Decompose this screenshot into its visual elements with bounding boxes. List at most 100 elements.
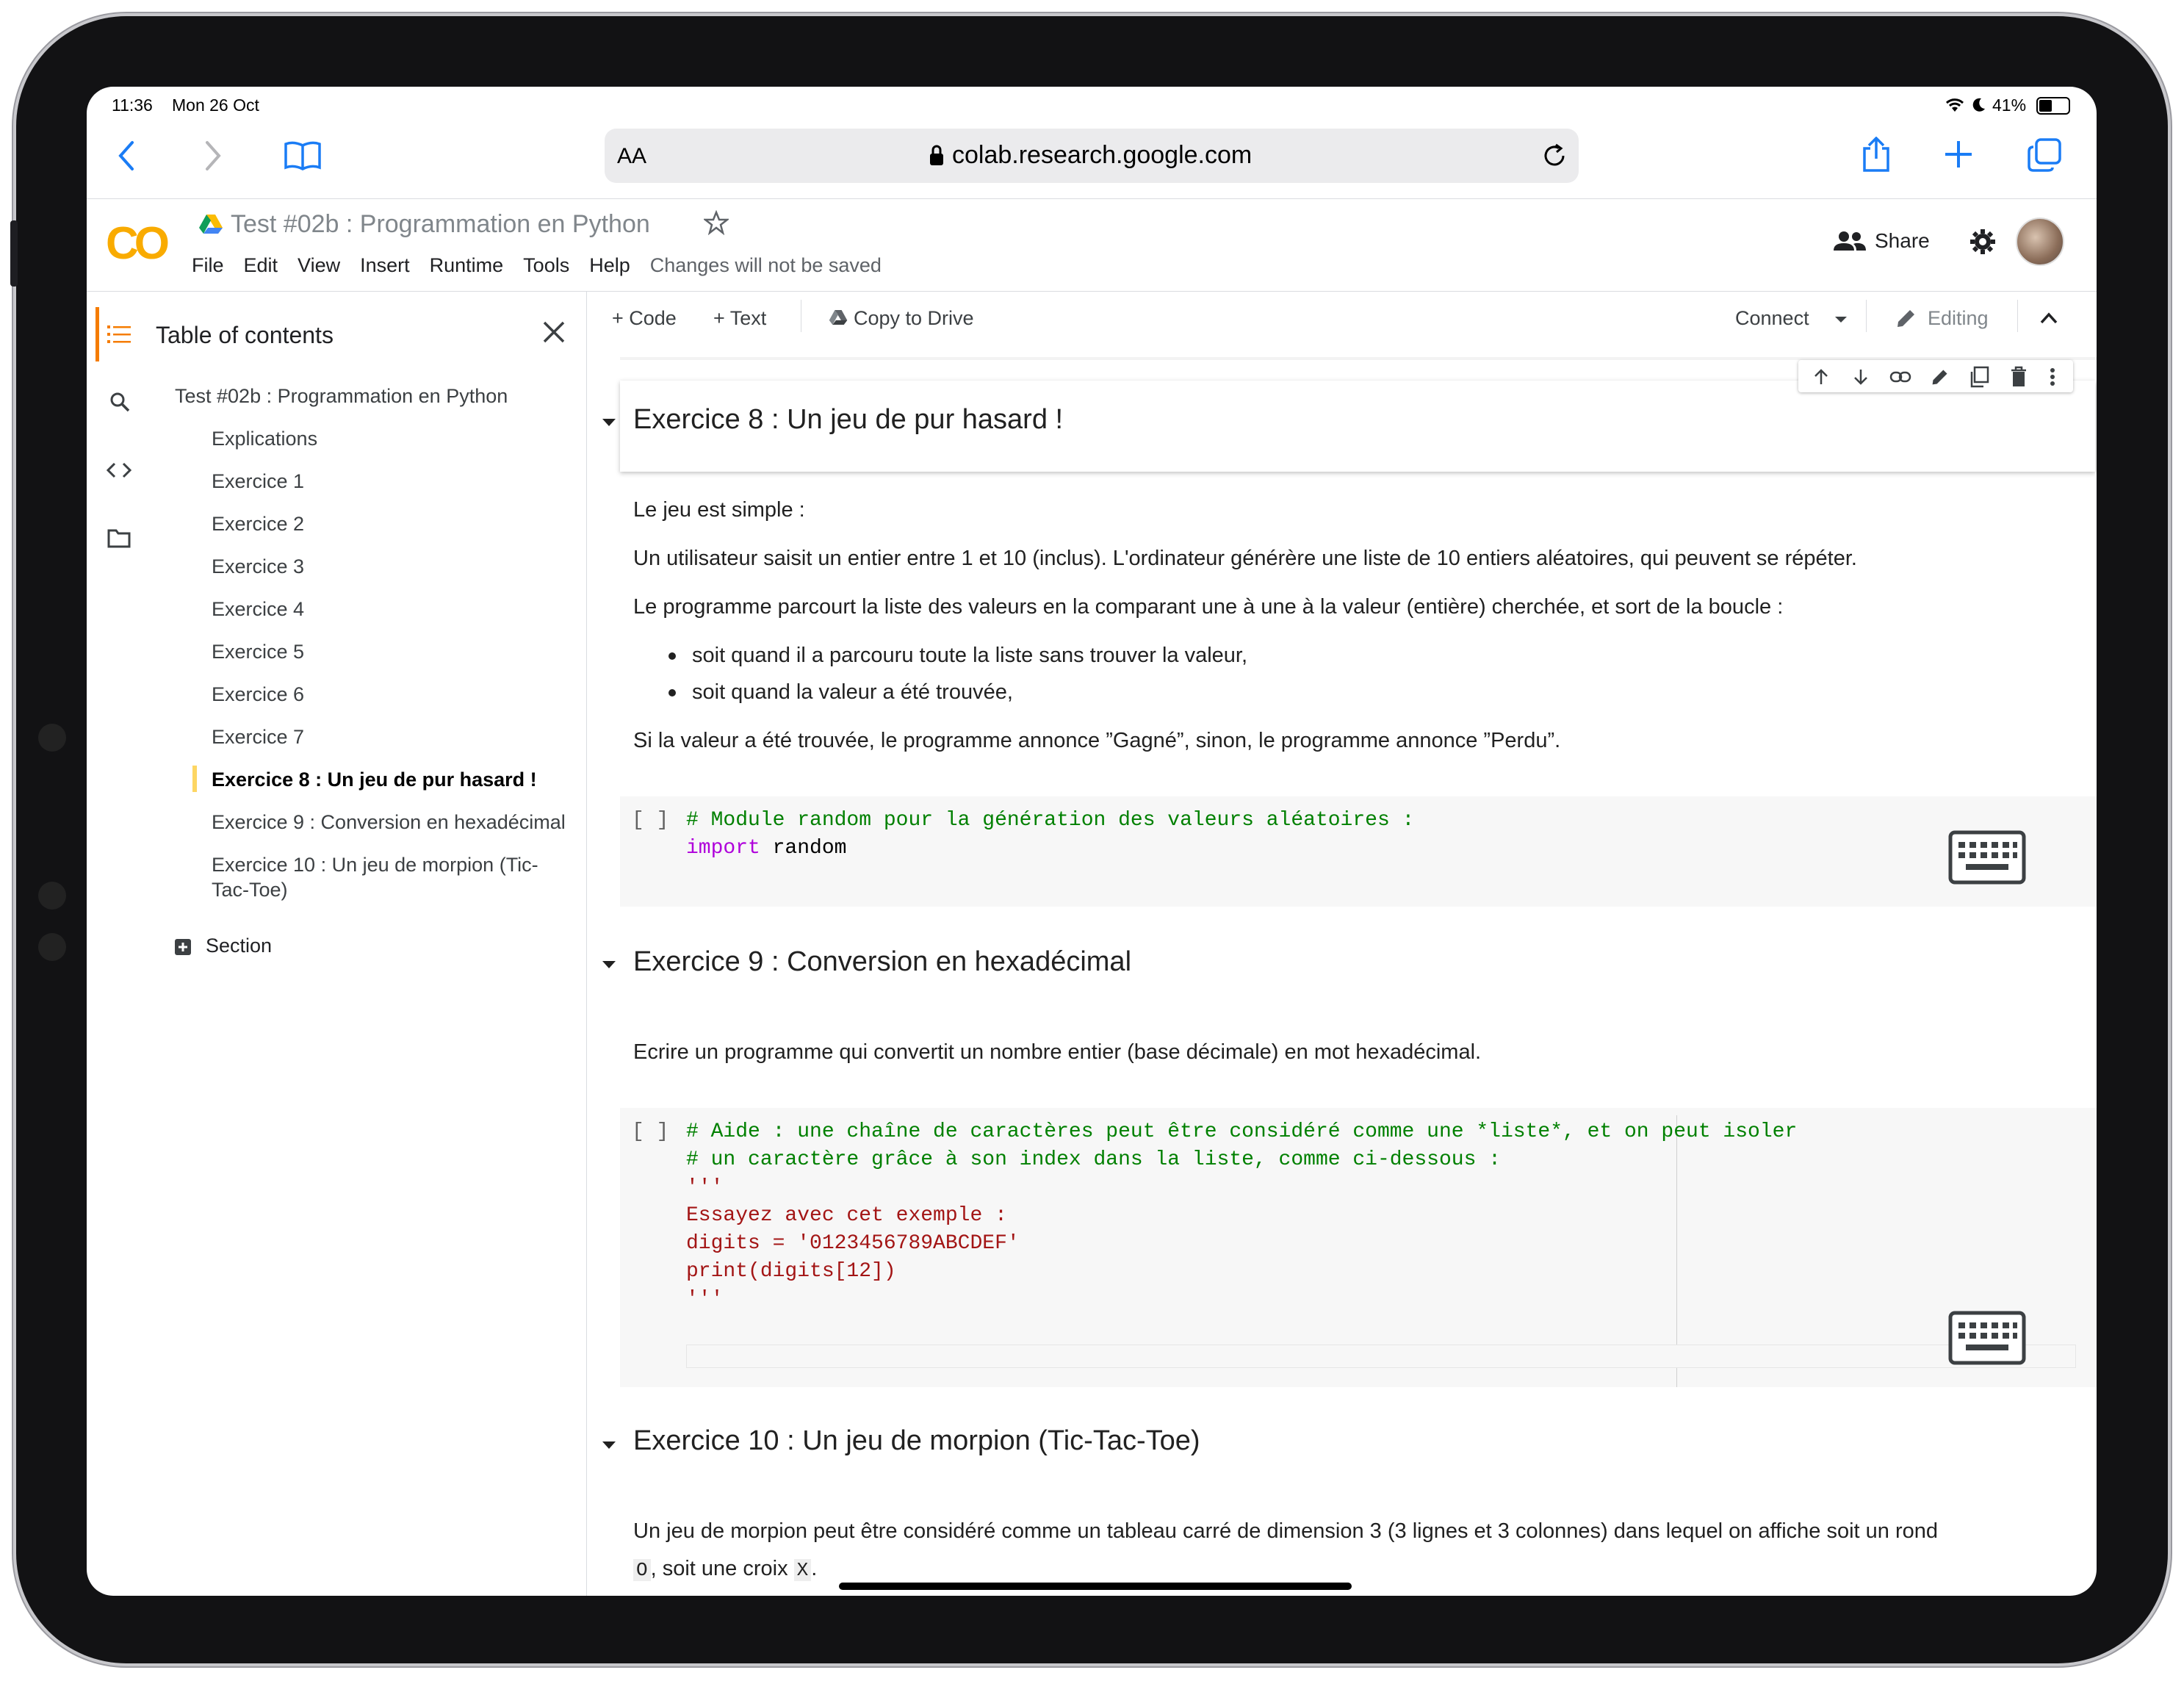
- mirror-cell-icon[interactable]: [1970, 366, 1989, 392]
- keyboard-icon[interactable]: [1948, 830, 2026, 888]
- close-icon[interactable]: [541, 319, 567, 349]
- menu-file[interactable]: File: [192, 254, 224, 276]
- lock-icon: [929, 143, 945, 170]
- menu-help[interactable]: Help: [589, 254, 630, 276]
- chevron-up-icon[interactable]: [2039, 312, 2058, 328]
- reload-icon[interactable]: [1541, 143, 1568, 173]
- sensor-dot: [38, 933, 66, 961]
- star-icon[interactable]: [702, 209, 730, 239]
- add-section-button[interactable]: Section: [206, 935, 272, 957]
- code-line[interactable]: print(digits[12]): [686, 1258, 896, 1286]
- link-icon[interactable]: [1889, 370, 1911, 387]
- toc-item-continued[interactable]: Tac-Toe): [212, 879, 288, 901]
- screen: 11:36 Mon 26 Oct 41% AA colab.research.g…: [87, 87, 2097, 1596]
- caret-down-icon[interactable]: [1834, 314, 1848, 328]
- toc-item[interactable]: Exercice 3: [212, 555, 304, 578]
- menu-insert[interactable]: Insert: [360, 254, 410, 276]
- pencil-icon: [1895, 307, 1917, 333]
- colab-logo[interactable]: CO: [106, 217, 170, 270]
- code-line[interactable]: # un caractère grâce à son index dans la…: [686, 1146, 1501, 1174]
- divider: [87, 198, 2097, 199]
- code-line[interactable]: import random: [686, 835, 846, 863]
- share-button[interactable]: Share: [1875, 229, 1930, 253]
- code-line[interactable]: Essayez avec cet exemple :: [686, 1202, 1007, 1230]
- code-snippets-icon[interactable]: [106, 461, 132, 483]
- code-scrollbar[interactable]: [686, 1345, 2076, 1368]
- avatar[interactable]: [2016, 217, 2064, 266]
- keyboard-icon[interactable]: [1948, 1311, 2026, 1369]
- toc-icon[interactable]: [107, 323, 132, 349]
- ex8-heading: Exercice 8 : Un jeu de pur hasard !: [633, 404, 1064, 435]
- toc-item[interactable]: Exercice 2: [212, 513, 304, 536]
- menu-runtime[interactable]: Runtime: [430, 254, 504, 276]
- code-line[interactable]: # Aide : une chaîne de caractères peut ê…: [686, 1118, 1797, 1146]
- more-vert-icon[interactable]: [2050, 367, 2055, 390]
- chevron-back-icon[interactable]: [116, 140, 138, 176]
- toc-item[interactable]: Exercice 9 : Conversion en hexadécimal: [212, 811, 566, 834]
- ex8-paragraph: Le programme parcourt la liste des valeu…: [633, 595, 1784, 619]
- editing-button[interactable]: Editing: [1928, 307, 1989, 330]
- status-date: Mon 26 Oct: [172, 96, 259, 115]
- add-section-icon[interactable]: [175, 939, 191, 955]
- arrow-down-icon[interactable]: [1851, 367, 1870, 390]
- toc-item[interactable]: Explications: [212, 428, 317, 450]
- menu-view[interactable]: View: [298, 254, 340, 276]
- code-line[interactable]: # Module random pour la génération des v…: [686, 807, 1414, 835]
- toc-item-active[interactable]: Exercice 8 : Un jeu de pur hasard !: [212, 768, 537, 791]
- ex10-heading: Exercice 10 : Un jeu de morpion (Tic-Tac…: [633, 1425, 1200, 1456]
- drive-icon: [198, 213, 223, 239]
- ex9-paragraph: Ecrire un programme qui convertit un nom…: [633, 1040, 1482, 1064]
- tabs-icon[interactable]: [2028, 138, 2061, 176]
- search-icon[interactable]: [109, 391, 131, 417]
- moon-icon: [1972, 97, 1986, 117]
- ex10-paragraph: Un jeu de morpion peut être considéré co…: [633, 1519, 1938, 1543]
- edit-icon[interactable]: [1931, 367, 1950, 390]
- bullet: [668, 689, 676, 696]
- add-code-button[interactable]: + Code: [612, 307, 677, 330]
- ex8-paragraph: Un utilisateur saisit un entier entre 1 …: [633, 547, 1857, 570]
- connect-button[interactable]: Connect: [1735, 307, 1809, 330]
- code-line[interactable]: ''': [686, 1286, 723, 1314]
- ex8-paragraph: Si la valeur a été trouvée, le programme…: [633, 729, 1561, 752]
- toc-title: Table of contents: [156, 322, 334, 348]
- share-icon[interactable]: [1860, 136, 1892, 177]
- arrow-up-icon[interactable]: [1812, 367, 1831, 390]
- sensor-dot: [38, 882, 66, 910]
- toc-item[interactable]: Exercice 1: [212, 470, 304, 493]
- code-line[interactable]: digits = '0123456789ABCDEF': [686, 1230, 1020, 1258]
- toc-item[interactable]: Exercice 5: [212, 641, 304, 663]
- menu-edit[interactable]: Edit: [244, 254, 278, 276]
- divider: [2017, 300, 2018, 332]
- ex9-heading: Exercice 9 : Conversion en hexadécimal: [633, 946, 1132, 977]
- delete-icon[interactable]: [2010, 366, 2028, 392]
- menu-tools[interactable]: Tools: [523, 254, 569, 276]
- copy-to-drive-button[interactable]: Copy to Drive: [854, 307, 974, 330]
- add-text-button[interactable]: + Text: [713, 307, 766, 330]
- text-size-button[interactable]: AA: [617, 144, 646, 169]
- inline-code: O: [633, 1559, 651, 1581]
- new-tab-icon[interactable]: [1944, 140, 1973, 173]
- code-keyword: import: [686, 837, 760, 860]
- notebook-title[interactable]: Test #02b : Programmation en Python: [231, 210, 650, 239]
- code-line[interactable]: ''': [686, 1174, 723, 1202]
- gear-icon[interactable]: [1969, 228, 1997, 259]
- toc-item[interactable]: Exercice 6: [212, 683, 304, 706]
- run-cell-button[interactable]: [ ]: [632, 1118, 668, 1146]
- toc-root[interactable]: Test #02b : Programmation en Python: [175, 385, 508, 408]
- folder-icon[interactable]: [107, 528, 131, 552]
- collapse-arrow-icon[interactable]: [601, 1440, 617, 1454]
- url-text[interactable]: colab.research.google.com: [952, 141, 1252, 170]
- collapse-arrow-icon[interactable]: [601, 417, 617, 431]
- run-cell-button[interactable]: [ ]: [632, 807, 668, 835]
- toc-item[interactable]: Exercice 4: [212, 598, 304, 621]
- bookmarks-icon[interactable]: [284, 141, 322, 174]
- toc-item[interactable]: Exercice 10 : Un jeu de morpion (Tic-: [212, 854, 538, 877]
- changes-notice: Changes will not be saved: [649, 254, 882, 276]
- chevron-forward-icon[interactable]: [201, 140, 223, 176]
- panel-divider: [586, 291, 587, 1596]
- divider: [87, 291, 2097, 292]
- collapse-arrow-icon[interactable]: [601, 960, 617, 973]
- toc-item[interactable]: Exercice 7: [212, 726, 304, 749]
- ex8-bullet: soit quand la valeur a été trouvée,: [692, 680, 1013, 704]
- home-indicator[interactable]: [839, 1583, 1352, 1590]
